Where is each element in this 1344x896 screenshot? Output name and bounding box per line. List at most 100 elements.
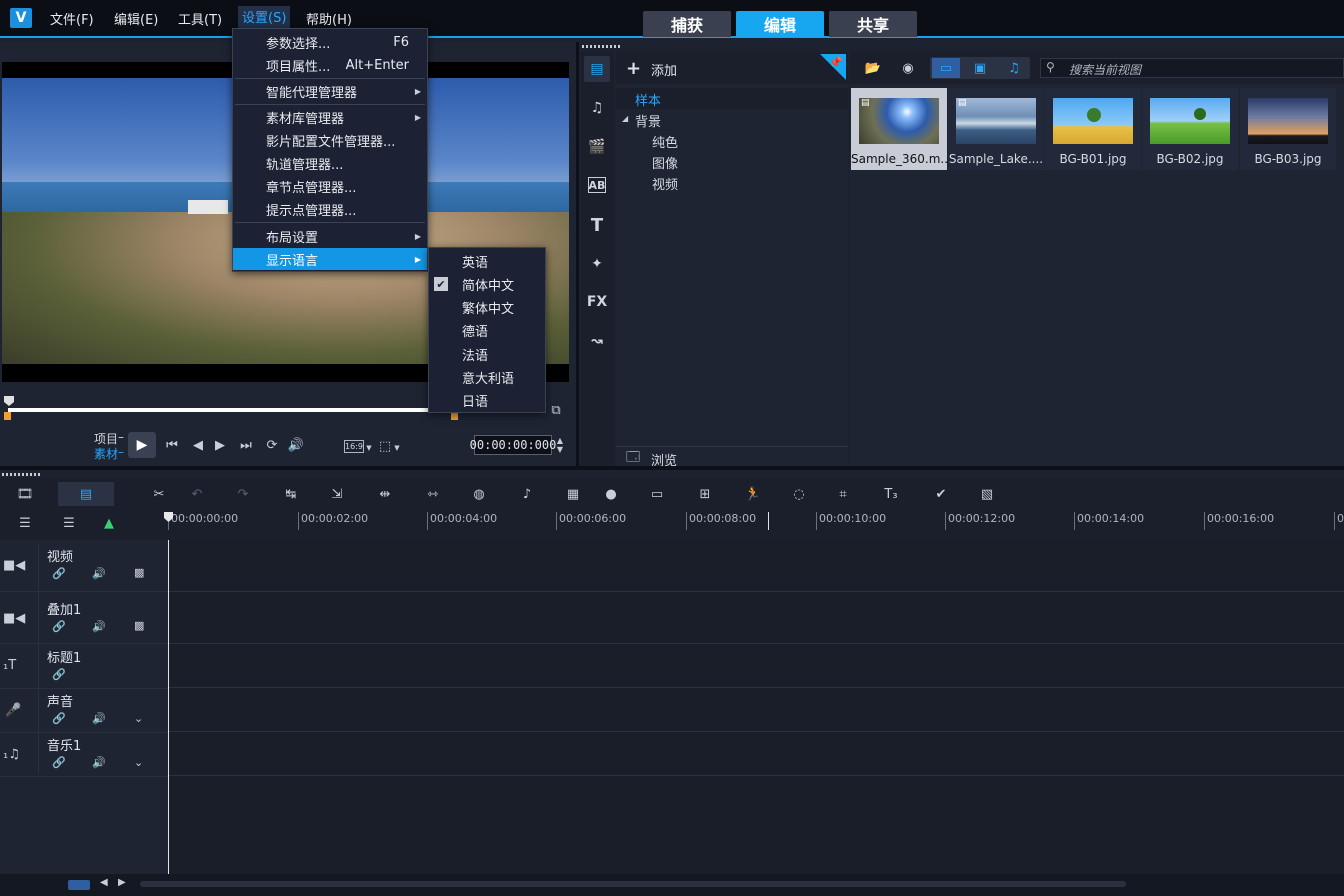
scroll-left-icon[interactable]: ◀ xyxy=(100,877,108,888)
time-remapping-icon[interactable]: 🏃 xyxy=(742,484,764,504)
tree-item-backgrounds[interactable]: 背景 xyxy=(635,111,661,130)
expand-track-icon[interactable]: ⌄ xyxy=(134,712,143,725)
import-media-icon[interactable]: 📂 xyxy=(862,58,884,78)
thumbnail-bg-b02[interactable]: BG-B02.jpg xyxy=(1142,88,1238,170)
multi-camera-icon[interactable]: ⊞ xyxy=(694,484,716,504)
track-list-icon[interactable]: ☰ xyxy=(14,514,36,532)
aspect-ratio-button[interactable]: 16:9 xyxy=(344,440,364,453)
menu-item-display-language[interactable]: 显示语言 ▶ xyxy=(233,248,427,270)
library-drag-handle[interactable] xyxy=(582,45,620,48)
lang-german[interactable]: 德语 xyxy=(429,319,545,341)
panel-splitter-vertical[interactable] xyxy=(576,42,579,466)
tree-item-solid[interactable]: 纯色 xyxy=(652,132,678,151)
previous-frame-icon[interactable]: ◀ xyxy=(188,436,208,454)
track-row-title[interactable] xyxy=(168,644,1344,688)
tree-item-video[interactable]: 视频 xyxy=(652,174,678,193)
thumbnail-sample-360[interactable]: ▤ Sample_360.m... xyxy=(851,88,947,170)
toolbox-icon[interactable]: ✂ xyxy=(148,484,170,504)
pan-zoom-icon[interactable]: ⌗ xyxy=(832,484,854,504)
audio-mixer-icon[interactable]: ♪ xyxy=(516,484,538,504)
add-icon[interactable]: + xyxy=(626,58,641,79)
track-name-title[interactable]: 标题1 xyxy=(47,647,81,666)
menu-item-chapter-manager[interactable]: 章节点管理器... xyxy=(233,175,427,197)
go-to-end-icon[interactable]: ⏭ xyxy=(236,436,256,454)
add-folder-label[interactable]: 添加 xyxy=(651,60,677,79)
track-name-music[interactable]: 音乐1 xyxy=(47,735,81,754)
menu-file[interactable]: 文件(F) xyxy=(50,9,94,28)
transition-icon[interactable]: AB xyxy=(588,177,606,193)
track-manager-icon[interactable]: ⇲ xyxy=(326,484,348,504)
menu-item-track-manager[interactable]: 轨道管理器... xyxy=(233,152,427,174)
redo-icon[interactable]: ↷ xyxy=(232,484,254,504)
tab-edit[interactable]: 编辑 xyxy=(736,11,824,37)
thumbnail-bg-b03[interactable]: BG-B03.jpg xyxy=(1240,88,1336,170)
thumbnail-bg-b01[interactable]: BG-B01.jpg xyxy=(1045,88,1141,170)
timeline-view-icon[interactable]: ▤ xyxy=(58,482,114,506)
lang-japanese[interactable]: 日语 xyxy=(429,389,545,411)
mute-icon[interactable]: 🔊 xyxy=(92,620,106,633)
transparency-icon[interactable]: ▩ xyxy=(134,619,144,632)
tree-item-image[interactable]: 图像 xyxy=(652,153,678,172)
search-field[interactable]: ⚲ 搜索当前视图 xyxy=(1040,58,1344,78)
scrub-bar[interactable] xyxy=(8,408,454,412)
panel-splitter-horizontal[interactable] xyxy=(0,466,1344,470)
lang-english[interactable]: 英语 xyxy=(429,250,545,272)
lang-italian[interactable]: 意大利语 xyxy=(429,366,545,388)
tree-collapse-icon[interactable]: ◢ xyxy=(622,114,628,123)
tab-capture[interactable]: 捕获 xyxy=(643,11,731,37)
timeline-drag-handle[interactable] xyxy=(2,473,40,476)
mute-icon[interactable]: 🔊 xyxy=(92,567,106,580)
timecode-spinner-icon[interactable]: ▲ ▼ xyxy=(554,435,566,455)
show-video-icon[interactable]: ▭ xyxy=(932,58,960,78)
tree-item-samples[interactable]: 样本 xyxy=(635,90,661,109)
auto-music-icon[interactable]: ▦ xyxy=(562,484,584,504)
enlarge-preview-icon[interactable]: ⧉ xyxy=(548,402,564,418)
link-icon[interactable]: 🔗 xyxy=(52,756,66,769)
fx-icon[interactable]: FX xyxy=(584,289,610,315)
track-row-voice[interactable] xyxy=(168,688,1344,732)
thumbnail-sample-lake[interactable]: ▤ Sample_Lake.... xyxy=(948,88,1044,170)
lang-simplified-chinese[interactable]: ✔ 简体中文 xyxy=(429,273,545,295)
repeat-icon[interactable]: ⟳ xyxy=(262,436,282,454)
track-name-video[interactable]: 视频 xyxy=(47,546,73,565)
tab-share[interactable]: 共享 xyxy=(829,11,917,37)
transparency-icon[interactable]: ▩ xyxy=(134,566,144,579)
link-icon[interactable]: 🔗 xyxy=(52,668,66,681)
audio-icon[interactable]: ♫ xyxy=(584,95,610,121)
ripple-edit-icon[interactable]: ⇿ xyxy=(422,484,444,504)
add-remove-chapter-icon[interactable]: ☰ xyxy=(58,514,80,532)
aspect-dropdown-icon[interactable]: ▼ xyxy=(364,442,374,454)
menu-item-smart-proxy-manager[interactable]: 智能代理管理器 ▶ xyxy=(233,80,427,102)
color-grading-icon[interactable]: ◍ xyxy=(468,484,490,504)
timecode-display[interactable]: 00:00:00:000 xyxy=(470,435,556,455)
link-icon[interactable]: 🔗 xyxy=(52,620,66,633)
menu-help[interactable]: 帮助(H) xyxy=(306,9,352,28)
painting-creator-icon[interactable]: ▧ xyxy=(976,484,998,504)
crop-dropdown-icon[interactable]: ▼ xyxy=(392,442,402,454)
media-icon[interactable]: ▤ xyxy=(584,56,610,82)
track-row-video[interactable] xyxy=(168,540,1344,592)
zoom-icon[interactable] xyxy=(68,880,90,890)
show-photo-icon[interactable]: ▣ xyxy=(966,58,994,78)
track-name-voice[interactable]: 声音 xyxy=(47,691,73,710)
menu-edit[interactable]: 编辑(E) xyxy=(114,9,158,28)
chapter-marker-icon[interactable]: ▲ xyxy=(98,514,120,532)
link-icon[interactable]: 🔗 xyxy=(52,567,66,580)
mark-out-handle[interactable] xyxy=(451,412,458,420)
link-icon[interactable]: 🔗 xyxy=(52,712,66,725)
menu-item-layout-settings[interactable]: 布局设置 ▶ xyxy=(233,225,427,247)
fit-project-icon[interactable]: ↹ xyxy=(280,484,302,504)
title-3d-icon[interactable]: T₃ xyxy=(878,484,904,504)
record-capture-icon[interactable]: ◉ xyxy=(898,58,918,78)
play-button[interactable]: ▶ xyxy=(128,432,156,458)
next-frame-icon[interactable]: ▶ xyxy=(210,436,230,454)
show-audio-icon[interactable]: ♫ xyxy=(1000,58,1028,78)
menu-item-cue-manager[interactable]: 提示点管理器... xyxy=(233,198,427,220)
storyboard-view-icon[interactable]: 🎞 xyxy=(12,484,38,504)
track-area[interactable] xyxy=(168,540,1344,874)
motion-path-icon[interactable]: ↝ xyxy=(584,328,610,354)
mute-icon[interactable]: 🔊 xyxy=(92,756,106,769)
go-to-start-icon[interactable]: ⏮ xyxy=(162,436,182,454)
horizontal-scrollbar[interactable] xyxy=(140,881,1126,887)
scroll-right-icon[interactable]: ▶ xyxy=(118,877,126,888)
